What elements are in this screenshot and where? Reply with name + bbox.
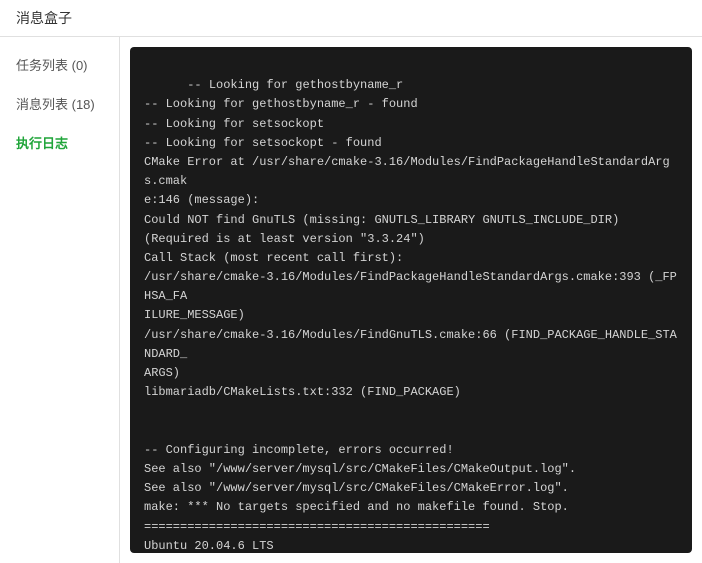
main-container: 任务列表 (0) 消息列表 (18) 执行日志 -- Looking for g… — [0, 37, 702, 563]
log-text: -- Looking for gethostbyname_r -- Lookin… — [144, 78, 677, 553]
sidebar: 任务列表 (0) 消息列表 (18) 执行日志 — [0, 37, 120, 563]
content-area: -- Looking for gethostbyname_r -- Lookin… — [120, 37, 702, 563]
title-text: 消息盒子 — [16, 10, 72, 26]
title-bar: 消息盒子 — [0, 0, 702, 37]
sidebar-item-exec-log[interactable]: 执行日志 — [0, 123, 119, 162]
sidebar-item-message-list[interactable]: 消息列表 (18) — [0, 84, 119, 123]
log-container[interactable]: -- Looking for gethostbyname_r -- Lookin… — [130, 47, 692, 553]
sidebar-item-task-list[interactable]: 任务列表 (0) — [0, 45, 119, 84]
